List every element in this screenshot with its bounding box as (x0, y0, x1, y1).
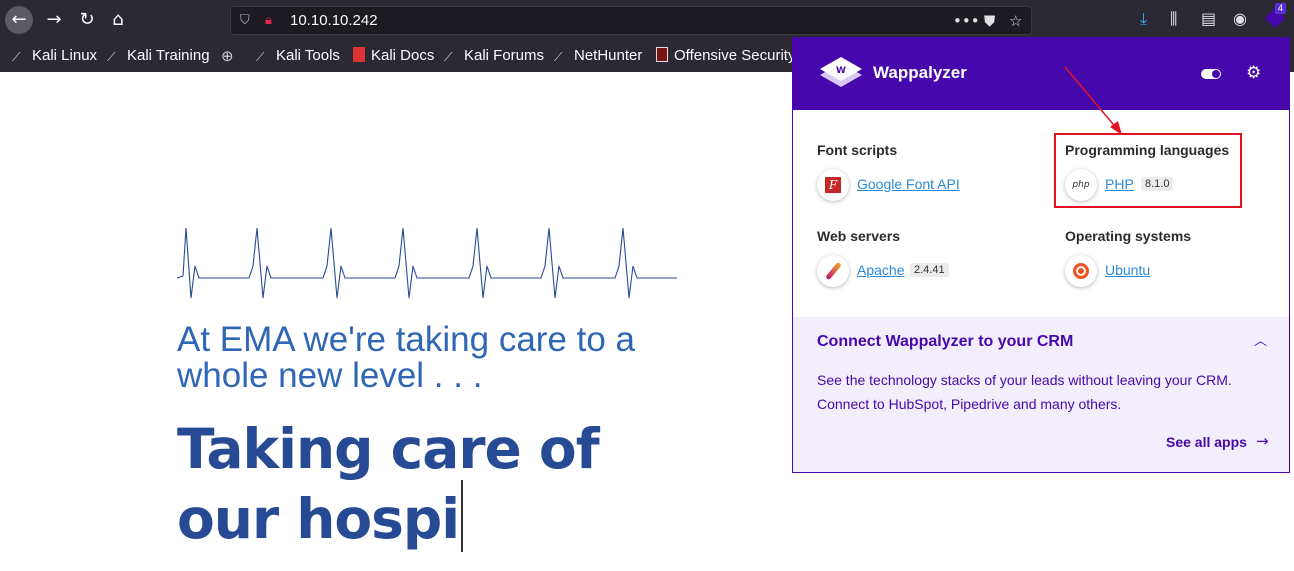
insecure-lock-icon[interactable]: 🔒︎ (265, 11, 272, 31)
wappalyzer-popup: W Wappalyzer ⚙ Font scripts F Google Fon… (792, 37, 1290, 473)
hero-tagline: At EMA we're taking care to a whole new … (177, 320, 636, 395)
bookmark-label: NetHunter (574, 47, 643, 64)
offsec-icon (656, 47, 668, 62)
highlight-box (1054, 133, 1242, 208)
reader-icon[interactable]: ▤ (1201, 8, 1216, 30)
bookmark-globe[interactable]: ⊕ (221, 47, 241, 65)
url-text[interactable]: 10.10.10.242 (290, 12, 378, 30)
pocket-icon[interactable]: ⛊ (984, 11, 995, 31)
download-icon[interactable]: ⤓ (1140, 8, 1147, 30)
more-icon[interactable]: ••• (953, 11, 980, 31)
home-icon[interactable]: ⌂ (104, 6, 132, 34)
kali-dragon-icon: ⟋ (256, 50, 265, 64)
category-font-scripts: Font scripts (817, 142, 898, 158)
tech-name[interactable]: Apache (857, 262, 904, 279)
account-icon[interactable]: ◉ (1233, 8, 1247, 30)
kali-dragon-icon: ⟋ (107, 50, 116, 64)
bookmark-label: Kali Tools (276, 47, 340, 64)
bookmark-label: Offensive Security (674, 47, 796, 64)
annotation-arrow (1064, 66, 1122, 135)
bookmark-label: Kali Training (127, 47, 210, 64)
globe-icon: ⊕ (221, 47, 234, 65)
svg-text:W: W (836, 66, 846, 76)
apache-feather-icon (817, 255, 849, 287)
category-web-servers: Web servers (817, 228, 901, 244)
ubuntu-icon (1065, 255, 1097, 287)
kali-dragon-icon: ⟋ (444, 50, 453, 64)
bookmark-kali-linux[interactable]: ⟋ Kali Linux (12, 47, 97, 65)
bookmark-offensive-security[interactable]: Offensive Security (656, 47, 795, 65)
bookmark-star-icon[interactable]: ☆ (1009, 11, 1022, 31)
forward-icon[interactable]: → (40, 6, 68, 34)
crm-description: See the technology stacks of your leads … (817, 372, 1232, 412)
bookmark-kali-docs[interactable]: Kali Docs (353, 47, 434, 65)
chevron-up-icon[interactable]: ︿ (1254, 332, 1267, 352)
extension-badge: 4 (1275, 3, 1287, 14)
heartbeat-line-graphic (177, 227, 677, 299)
crm-section: Connect Wappalyzer to your CRM ︿ See the… (793, 317, 1289, 472)
see-all-apps-link[interactable]: See all apps (1166, 433, 1247, 451)
bookmark-kali-training[interactable]: ⟋ Kali Training (107, 47, 210, 65)
bookmark-kali-tools[interactable]: ⟋ Kali Tools (256, 47, 340, 65)
crm-title[interactable]: Connect Wappalyzer to your CRM (817, 332, 1073, 352)
back-icon[interactable]: ← (5, 6, 33, 34)
bookmark-label: Kali Docs (371, 47, 435, 64)
kali-dragon-icon: ⟋ (554, 50, 563, 64)
bookmark-nethunter[interactable]: ⟋ NetHunter (554, 47, 642, 65)
library-icon[interactable]: ⫼ (1170, 8, 1177, 30)
tech-version: 2.4.41 (910, 263, 949, 277)
bookmark-label: Kali Forums (464, 47, 545, 64)
reload-icon[interactable]: ↻ (73, 6, 101, 34)
hero-headline-text: Taking care of our hospi (177, 417, 600, 551)
docs-icon (353, 47, 365, 62)
browser-toolbar: ← → ↻ ⌂ ⛉ 🔒︎ 10.10.10.242 ••• ⛊ ☆ ⤓ ⫼ ▤ … (0, 0, 1294, 40)
hero-headline: Taking care of our hospi (177, 418, 677, 552)
google-font-icon: F (817, 169, 849, 201)
wappalyzer-title: Wappalyzer (873, 63, 967, 82)
wappalyzer-header: W Wappalyzer ⚙ (793, 38, 1289, 110)
wappalyzer-logo-icon: W (820, 57, 862, 87)
arrow-right-icon[interactable]: → (1256, 432, 1269, 450)
tech-name[interactable]: Ubuntu (1105, 262, 1150, 279)
typing-caret (461, 480, 464, 552)
bookmark-label: Kali Linux (32, 47, 98, 64)
shield-icon[interactable]: ⛉ (240, 11, 250, 31)
bookmark-kali-forums[interactable]: ⟋ Kali Forums (444, 47, 544, 65)
gear-icon[interactable]: ⚙ (1246, 63, 1261, 83)
kali-dragon-icon: ⟋ (12, 50, 21, 64)
url-bar[interactable]: ⛉ 🔒︎ 10.10.10.242 ••• ⛊ ☆ (230, 6, 1032, 35)
category-operating-systems: Operating systems (1065, 228, 1192, 244)
tech-name[interactable]: Google Font API (857, 176, 960, 193)
enable-toggle[interactable] (1201, 69, 1221, 79)
